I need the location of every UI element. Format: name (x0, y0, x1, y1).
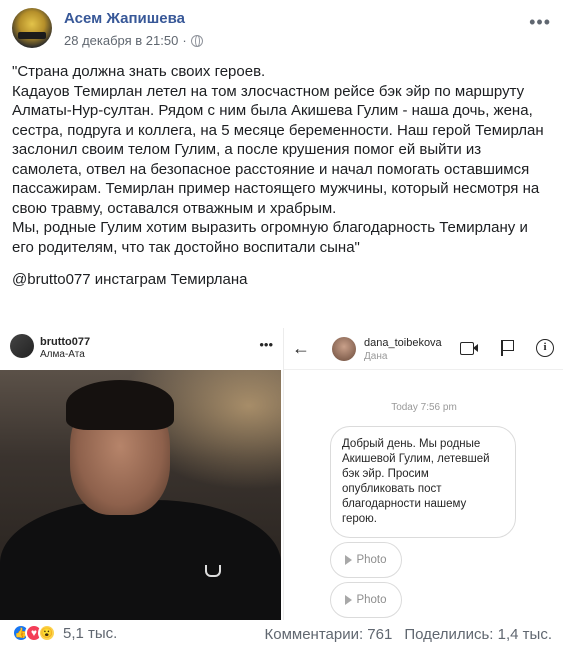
photo-label: Photo (356, 594, 387, 606)
dm-actions: i (460, 339, 554, 357)
flag-icon (498, 339, 516, 357)
instagram-photo-screenshot[interactable]: brutto077 Алма-Ата ••• (0, 328, 281, 620)
comments-count-link[interactable]: Комментарии: 761 (265, 626, 393, 643)
play-icon (345, 595, 353, 605)
dm-photo-attachment: Photo (330, 542, 402, 578)
post-footer: 👍 ♥ 😮 5,1 тыс. Комментарии: 761 Поделили… (12, 620, 552, 648)
post-options-button[interactable]: ••• (529, 12, 551, 33)
meta-separator: · (182, 33, 187, 48)
reactions-summary[interactable]: 👍 ♥ 😮 5,1 тыс. (12, 624, 117, 642)
instagram-post-header: brutto077 Алма-Ата ••• (0, 328, 281, 368)
dm-display-name: Дана (364, 351, 388, 362)
dm-avatar (332, 337, 356, 361)
video-call-icon (460, 339, 478, 357)
post-stats: Комментарии: 761 Поделились: 1,4 тыс. (265, 626, 553, 643)
post-body: "Страна должна знать своих героев. Кадау… (12, 63, 544, 256)
author-avatar[interactable] (12, 8, 52, 48)
author-name[interactable]: Асем Жапишева (64, 10, 185, 27)
post-header: Асем Жапишева 28 декабря в 21:50 · ••• (12, 8, 551, 56)
back-arrow-icon: ← (292, 338, 310, 358)
wow-reaction-icon: 😮 (38, 624, 56, 642)
dm-timestamp: Today 7:56 pm (391, 402, 457, 413)
globe-icon[interactable] (190, 34, 203, 47)
instagram-username: brutto077 (40, 336, 91, 348)
play-icon (345, 555, 353, 565)
instagram-more-icon: ••• (259, 337, 273, 352)
post-tag-line: @brutto077 инстаграм Темирлана (12, 271, 248, 288)
man-portrait-photo (0, 370, 281, 620)
instagram-dm-screenshot[interactable]: ← dana_toibekova Дана i Today 7:56 pm До… (283, 328, 563, 620)
reactions-count[interactable]: 5,1 тыс. (63, 625, 117, 642)
jacket-logo (205, 565, 221, 577)
dm-photo-attachment: Photo (330, 582, 402, 618)
dm-username: dana_toibekova (364, 337, 442, 349)
info-icon: i (536, 339, 554, 357)
shares-count-link[interactable]: Поделились: 1,4 тыс. (404, 626, 552, 643)
portrait-jacket (0, 500, 281, 620)
portrait-hair (66, 380, 174, 430)
dm-message-bubble: Добрый день. Мы родные Акишевой Гулим, л… (330, 426, 516, 538)
post-text: "Страна должна знать своих героев. Кадау… (12, 62, 552, 290)
photo-label: Photo (356, 554, 387, 566)
instagram-location: Алма-Ата (40, 349, 85, 360)
post-date[interactable]: 28 декабря в 21:50 (64, 33, 178, 48)
post-meta: 28 декабря в 21:50 · (64, 33, 203, 48)
instagram-avatar (10, 334, 34, 358)
dm-header: ← dana_toibekova Дана i (284, 328, 563, 370)
